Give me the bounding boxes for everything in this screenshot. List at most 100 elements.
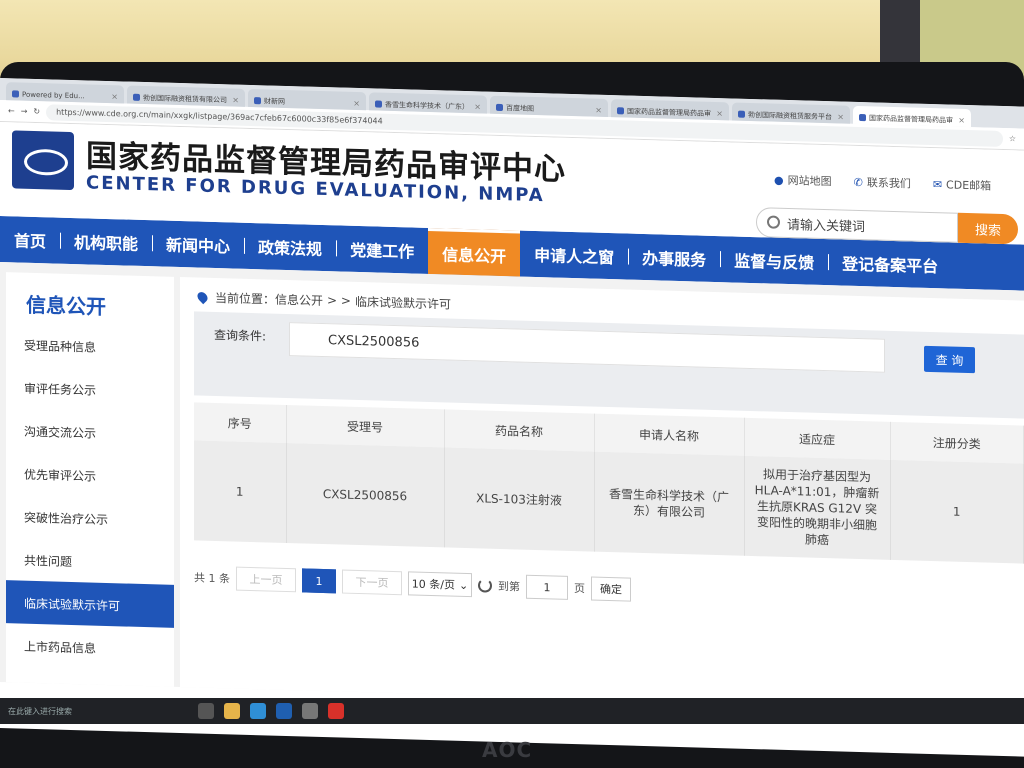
- page-size-select[interactable]: 10 条/页 ⌄: [408, 571, 472, 598]
- sidebar-title: 信息公开: [26, 292, 106, 319]
- total-count: 共 1 条: [194, 571, 230, 586]
- sidebar-item-review-tasks[interactable]: 审评任务公示: [6, 365, 174, 413]
- close-icon[interactable]: ×: [111, 92, 118, 101]
- chevron-down-icon: ⌄: [458, 578, 469, 592]
- favicon-icon: [617, 107, 624, 115]
- page-number-button[interactable]: 1: [302, 568, 336, 594]
- table-cell: XLS-103注射液: [444, 447, 594, 552]
- table-cell: 拟用于治疗基因型为HLA-A*11:01，肿瘤新生抗原KRAS G12V 突变阳…: [744, 455, 890, 560]
- calculator-icon[interactable]: [302, 703, 318, 719]
- main-panel: 当前位置：信息公开 > > 临床试验默示许可 查询条件: CXSL2500856…: [180, 277, 1024, 711]
- column-header: 申请人名称: [594, 413, 744, 456]
- browser-tab[interactable]: 勃创国际融资租赁服务平台 ×: [732, 102, 850, 124]
- sidebar-item-accepted-varieties[interactable]: 受理品种信息: [6, 322, 174, 370]
- nav-item-functions[interactable]: 机构职能: [60, 218, 152, 267]
- table-cell: 香雪生命科学技术（广东）有限公司: [594, 451, 744, 556]
- nav-item-news[interactable]: 新闻中心: [152, 220, 244, 269]
- page-content: 信息公开 受理品种信息 审评任务公示 沟通交流公示 优先审评公示 突破性治疗公示…: [0, 262, 1024, 711]
- goto-page-input[interactable]: 1: [526, 574, 568, 600]
- browser-screen: Powered by Edu... × 勃创国际融资租赁有限公司 × 财新网 × 香雪…: [0, 78, 1024, 757]
- location-pin-icon: [195, 289, 210, 304]
- nav-item-home[interactable]: 首页: [0, 216, 60, 264]
- query-button[interactable]: 查 询: [924, 345, 975, 374]
- sidebar: 信息公开 受理品种信息 审评任务公示 沟通交流公示 优先审评公示 突破性治疗公示…: [6, 272, 174, 687]
- contact-link[interactable]: ✆ 联系我们: [854, 174, 911, 192]
- close-icon[interactable]: ×: [474, 102, 481, 111]
- edge-browser-icon[interactable]: [250, 703, 266, 719]
- browser-tab[interactable]: Powered by Edu... ×: [6, 82, 124, 104]
- query-panel: 查询条件: CXSL2500856 查 询: [194, 311, 1024, 419]
- sidebar-item-marketed-drugs[interactable]: 上市药品信息: [6, 623, 174, 671]
- column-header: 药品名称: [444, 409, 594, 452]
- column-header: 适应症: [744, 417, 890, 460]
- browser-tab[interactable]: 香雪生命科学技术（广东） ×: [369, 92, 487, 114]
- reload-icon[interactable]: ↻: [33, 107, 40, 116]
- header-links: ● 网站地图 ✆ 联系我们 ✉ CDE邮箱: [774, 172, 991, 194]
- query-input[interactable]: CXSL2500856: [289, 322, 885, 373]
- map-pin-icon: ●: [774, 173, 784, 187]
- favicon-icon: [496, 103, 503, 112]
- nav-item-party[interactable]: 党建工作: [336, 225, 428, 274]
- sidebar-item-breakthrough[interactable]: 突破性治疗公示: [6, 494, 174, 542]
- close-icon[interactable]: ×: [595, 106, 602, 115]
- monitor-logo: AOC: [482, 738, 533, 762]
- column-header: 注册分类: [890, 421, 1024, 464]
- column-header: 序号: [194, 402, 286, 443]
- back-icon[interactable]: ←: [8, 106, 15, 115]
- favicon-icon: [375, 100, 382, 108]
- refresh-icon[interactable]: [478, 578, 492, 593]
- sidebar-item-clinical-trial-approval[interactable]: 临床试验默示许可: [6, 580, 174, 628]
- nav-item-feedback[interactable]: 监督与反馈: [720, 236, 828, 285]
- favicon-icon: [12, 90, 19, 98]
- table-cell: CXSL2500856: [286, 442, 444, 548]
- os-taskbar: 在此键入进行搜索: [0, 698, 1024, 724]
- confirm-button[interactable]: 确定: [591, 576, 631, 602]
- sidebar-item-communication[interactable]: 沟通交流公示: [6, 408, 174, 456]
- search-icon: [767, 215, 780, 229]
- close-icon[interactable]: ×: [353, 99, 360, 108]
- nav-item-registration[interactable]: 登记备案平台: [828, 239, 952, 288]
- nav-item-services[interactable]: 办事服务: [628, 234, 720, 283]
- query-label: 查询条件:: [214, 327, 267, 344]
- next-page-button[interactable]: 下一页: [342, 569, 402, 596]
- goto-suffix: 页: [574, 582, 585, 596]
- phone-icon: ✆: [853, 175, 863, 189]
- goto-prefix: 到第: [498, 579, 520, 594]
- outlook-icon[interactable]: [276, 703, 292, 719]
- column-header: 受理号: [286, 404, 444, 448]
- close-icon[interactable]: ×: [716, 109, 723, 118]
- pagination: 共 1 条 上一页 1 下一页 10 条/页 ⌄ 到第 1 页 确定: [194, 565, 631, 602]
- sidebar-item-priority-review[interactable]: 优先审评公示: [6, 451, 174, 499]
- browser-tab[interactable]: 百度地图 ×: [490, 95, 608, 117]
- file-explorer-icon[interactable]: [224, 703, 240, 719]
- results-table: 序号 受理号 药品名称 申请人名称 适应症 注册分类 1 CXSL2500856…: [194, 402, 1024, 564]
- close-icon[interactable]: ×: [232, 95, 239, 104]
- favicon-icon: [859, 113, 866, 122]
- nav-item-applicant[interactable]: 申请人之窗: [520, 231, 628, 280]
- favicon-icon: [254, 97, 261, 105]
- browser-tab-active[interactable]: 国家药品监督管理局药品审 ×: [853, 105, 971, 128]
- search-button[interactable]: 搜索: [958, 212, 1018, 245]
- mail-icon: ✉: [932, 177, 943, 191]
- table-cell: 1: [194, 440, 286, 543]
- table-cell: 1: [890, 459, 1024, 564]
- task-view-icon[interactable]: [198, 703, 214, 719]
- sidebar-item-common-issues[interactable]: 共性问题: [6, 537, 174, 585]
- browser-tab[interactable]: 财新网 ×: [248, 88, 366, 111]
- mail-link[interactable]: ✉ CDE邮箱: [933, 176, 991, 194]
- taskbar-search[interactable]: 在此键入进行搜索: [8, 701, 188, 721]
- browser-tab[interactable]: 勃创国际融资租赁有限公司 ×: [127, 85, 245, 107]
- site-logo[interactable]: [12, 130, 74, 191]
- favicon-icon: [133, 93, 140, 101]
- browser-tab[interactable]: 国家药品监督管理局药品审 ×: [611, 99, 729, 121]
- close-icon[interactable]: ×: [958, 116, 965, 125]
- forward-icon[interactable]: →: [21, 107, 28, 116]
- nav-item-policy[interactable]: 政策法规: [244, 223, 336, 272]
- app-icon[interactable]: [328, 703, 344, 719]
- favicon-icon: [738, 110, 745, 118]
- sitemap-link[interactable]: ● 网站地图: [774, 172, 832, 190]
- nav-item-info-disclosure[interactable]: 信息公开: [428, 227, 521, 277]
- star-icon[interactable]: ☆: [1009, 134, 1016, 143]
- prev-page-button[interactable]: 上一页: [236, 566, 296, 593]
- close-icon[interactable]: ×: [837, 112, 844, 121]
